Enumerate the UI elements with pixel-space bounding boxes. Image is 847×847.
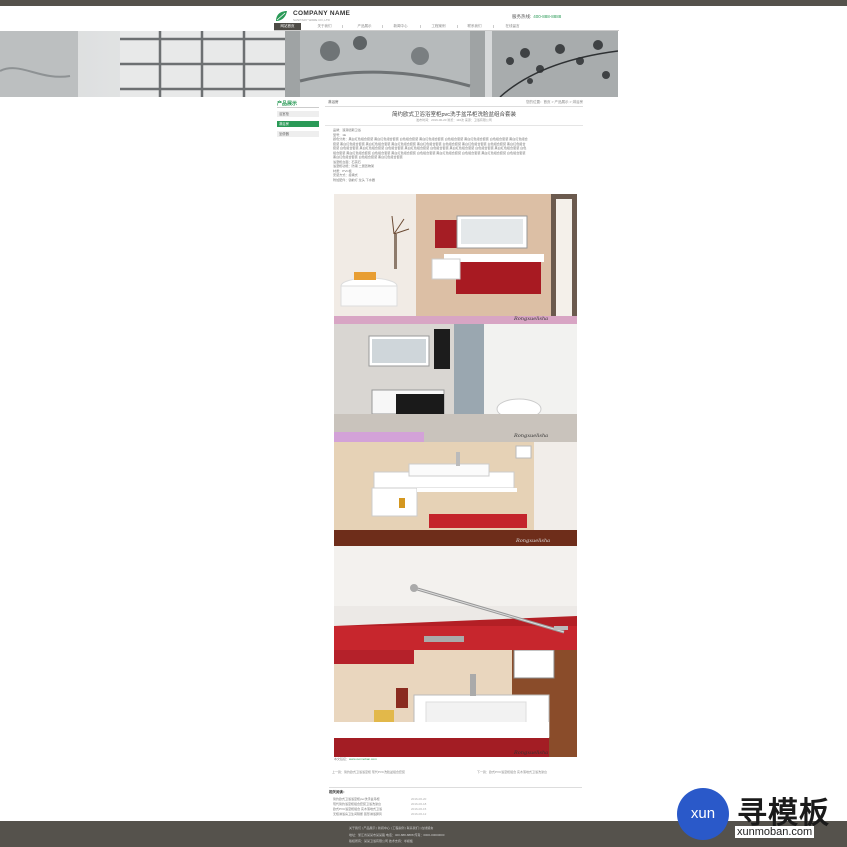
related-divider bbox=[329, 787, 582, 788]
related-item-date: 2016-06-18 bbox=[411, 802, 427, 806]
sidebar-divider bbox=[277, 107, 319, 108]
watermark-logo-icon: xun bbox=[677, 788, 729, 840]
hotline-label: 服务热线: bbox=[512, 14, 532, 19]
article-title: 简约欧式卫浴浴室柜pvc洗手盆吊柜洗脸盆组合套装 bbox=[391, 112, 517, 118]
related-item-date: 2016-06-20 bbox=[411, 797, 427, 801]
sidebar-item-shower[interactable]: 淋浴房 bbox=[277, 121, 319, 127]
product-photo: Rongxuelisha bbox=[334, 650, 577, 757]
company-name: COMPANY NAME bbox=[293, 10, 351, 17]
page-banner bbox=[0, 31, 618, 97]
related-item-date: 2016-06-12 bbox=[411, 812, 427, 816]
article-link-url[interactable]: www.xunmoban.com bbox=[349, 757, 377, 761]
sidebar-item-toilet[interactable]: 坐便器 bbox=[277, 131, 319, 137]
sidebar-title: 产品展示 bbox=[277, 101, 298, 107]
nav-item-about[interactable]: 关于我们 bbox=[311, 23, 338, 30]
main-nav: 网站首页 关于我们 产品展示 新闻中心 工程案例 联系我们 在线留言 bbox=[274, 23, 619, 31]
product-photo: Rongxuelisha bbox=[334, 194, 577, 324]
meta-divider bbox=[325, 125, 583, 126]
nav-item-contact[interactable]: 联系我们 bbox=[461, 23, 488, 30]
article-link: 本文链接：www.xunmoban.com bbox=[334, 757, 377, 761]
related-item[interactable]: 无框淋浴房卫生间隔断 弧形淋浴屏风 2016-06-12 bbox=[333, 812, 453, 816]
nav-separator bbox=[342, 25, 343, 28]
footer-nav[interactable]: 关于我们 | 产品展示 | 新闻中心 | 工程案例 | 联系我们 | 在线留言 bbox=[349, 826, 433, 830]
svg-text:Rongxuelisha: Rongxuelisha bbox=[515, 538, 550, 544]
related-item-text[interactable]: 简约欧式卫浴浴室柜pvc洗手盆吊柜 bbox=[333, 797, 380, 801]
next-article-link[interactable]: 下一篇：欧式PVC浴室柜组合 实木落地式卫浴洗漱台 bbox=[477, 770, 547, 774]
prev-article-link[interactable]: 上一篇：简约欧式卫浴浴室柜 现代PVC洗脸盆组合套装 bbox=[332, 770, 405, 774]
nav-separator bbox=[382, 25, 383, 28]
related-item-text[interactable]: 欧式PVC浴室柜组合 实木落地式卫浴 bbox=[333, 807, 382, 811]
product-description: 品牌：浪潮德斯卫浴 型号：1E 颜色分类：黑白红色组合套装 黑白红色组合套装 白… bbox=[333, 128, 583, 183]
section-title: 淋浴房 bbox=[328, 100, 339, 104]
nav-item-home[interactable]: 网站首页 bbox=[274, 23, 301, 30]
related-item[interactable]: 简约欧式卫浴浴室柜pvc洗手盆吊柜 2016-06-20 bbox=[333, 797, 453, 801]
svg-text:Rongxuelisha: Rongxuelisha bbox=[513, 750, 548, 756]
nav-item-news[interactable]: 新闻中心 bbox=[387, 23, 414, 30]
svg-text:Rongxuelisha: Rongxuelisha bbox=[513, 316, 548, 322]
nav-item-cases[interactable]: 工程案例 bbox=[425, 23, 452, 30]
product-photo bbox=[334, 546, 577, 650]
desc-line: 附加配件：镜前灯 龙头 下水器 bbox=[333, 178, 375, 183]
watermark: xun 寻模板 xunmoban.com bbox=[677, 782, 847, 847]
leaf-logo-icon bbox=[274, 9, 289, 24]
footer-copyright: 版权所有：某某卫浴有限公司 技术支持：寻模板 bbox=[349, 839, 413, 843]
nav-item-message[interactable]: 在线留言 bbox=[499, 23, 526, 30]
nav-item-products[interactable]: 产品展示 bbox=[351, 23, 378, 30]
nav-separator bbox=[457, 25, 458, 28]
footer-address: 地址：浙江省某某市某某路 电话：400-888-8888 传真：0000-000… bbox=[349, 833, 445, 837]
hotline-number: 400-888-8888 bbox=[533, 14, 562, 19]
article-meta: 发布时间：2016-06-20 浏览：116次 来源：卫浴有限公司 bbox=[416, 118, 492, 122]
related-item[interactable]: 现代简约浴室柜组合套装卫浴洗漱台 2016-06-18 bbox=[333, 802, 453, 806]
product-photo: Rongxuelisha bbox=[334, 324, 577, 442]
company-sub: SANITARY WARE CO.,LTD bbox=[293, 18, 330, 22]
breadcrumb-divider bbox=[325, 106, 583, 107]
sidebar-item-cabinet[interactable]: 浴室柜 bbox=[277, 111, 319, 117]
related-item-text[interactable]: 现代简约浴室柜组合套装卫浴洗漱台 bbox=[333, 802, 381, 806]
related-item-date: 2016-06-15 bbox=[411, 807, 427, 811]
related-item[interactable]: 欧式PVC浴室柜组合 实木落地式卫浴 2016-06-15 bbox=[333, 807, 453, 811]
article-link-label: 本文链接： bbox=[334, 757, 350, 761]
related-item-text[interactable]: 无框淋浴房卫生间隔断 弧形淋浴屏风 bbox=[333, 812, 382, 816]
watermark-url: xunmoban.com bbox=[735, 826, 815, 838]
related-title: 相关阅读： bbox=[329, 790, 347, 794]
hotline: 服务热线: 400-888-8888 bbox=[512, 14, 561, 20]
breadcrumb[interactable]: 您的位置：首页 > 产品展示 > 淋浴房 bbox=[526, 100, 583, 105]
nav-separator bbox=[420, 25, 421, 28]
banner-image bbox=[0, 31, 618, 97]
product-photo: Rongxuelisha bbox=[334, 442, 577, 546]
svg-text:Rongxuelisha: Rongxuelisha bbox=[513, 433, 548, 439]
nav-separator bbox=[493, 25, 494, 28]
